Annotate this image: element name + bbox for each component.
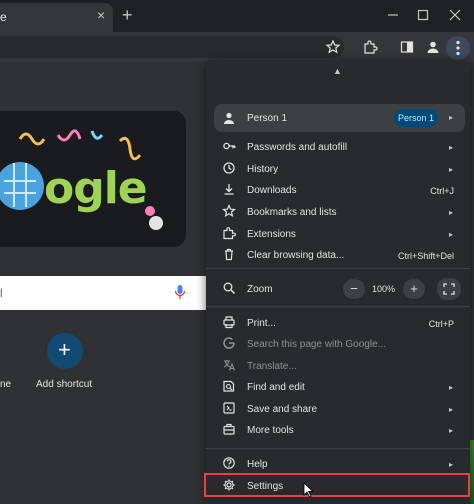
zoom-value: 100% [372, 284, 396, 294]
side-panel-icon[interactable] [399, 39, 415, 55]
cursor-icon [303, 482, 314, 498]
chevron-right-icon: ▸ [449, 113, 454, 122]
print-icon [223, 316, 235, 329]
shortcut-label-partial[interactable]: ne [0, 379, 11, 390]
minimize-icon[interactable] [385, 7, 401, 23]
menu-item-label: Save and share [247, 404, 318, 415]
menu-item-label: Bookmarks and lists [247, 207, 337, 218]
toolbox-icon [223, 423, 235, 435]
save-icon [223, 402, 235, 414]
plus-icon: + [58, 337, 71, 362]
new-tab-icon[interactable]: + [122, 6, 133, 24]
chevron-right-icon: ▸ [449, 230, 454, 239]
maximize-icon[interactable] [415, 7, 431, 23]
close-icon[interactable] [447, 7, 463, 23]
menu-item-label: Clear browsing data... [247, 250, 345, 261]
profile-name: Person 1 [247, 113, 288, 124]
translate-icon [223, 360, 236, 371]
chevron-right-icon: ▸ [449, 165, 454, 174]
microphone-icon[interactable] [174, 284, 186, 300]
fullscreen-icon [443, 283, 455, 295]
caret-up-icon: ▲ [333, 66, 342, 76]
search-box[interactable]: l [0, 276, 220, 310]
menu-item-label: Find and edit [247, 382, 305, 393]
star-icon [222, 204, 236, 218]
menu-divider [206, 448, 470, 449]
menu-item-translate [206, 354, 470, 375]
zoom-out-button[interactable]: − [343, 279, 365, 299]
search-placeholder: l [0, 286, 3, 300]
chevron-right-icon: ▸ [449, 405, 454, 414]
chevron-right-icon: ▸ [449, 143, 454, 152]
menu-item-history[interactable] [206, 157, 470, 178]
chevron-right-icon: ▸ [449, 426, 454, 435]
menu-item-label: Search this page with Google... [247, 339, 386, 350]
menu-item-shortcut: Ctrl+Shift+Del [397, 251, 454, 261]
settings-highlight-box [204, 473, 470, 497]
menu-item-find-and-edit[interactable] [206, 375, 470, 396]
history-icon [223, 162, 235, 174]
menu-divider [206, 306, 470, 307]
tab-close-icon[interactable]: × [97, 8, 105, 22]
trash-icon [225, 248, 233, 261]
add-shortcut-label[interactable]: Add shortcut [36, 379, 92, 390]
menu-item-help[interactable] [206, 452, 470, 473]
chevron-right-icon: ▸ [449, 383, 454, 392]
extensions-icon[interactable] [362, 39, 378, 55]
key-icon [223, 142, 236, 150]
menu-item-label: Extensions [247, 229, 296, 240]
google-icon [223, 337, 235, 349]
menu-item-label: Passwords and autofill [247, 142, 348, 153]
menu-item-label: More tools [247, 425, 294, 436]
address-bar[interactable] [0, 36, 344, 58]
fullscreen-button[interactable] [437, 278, 461, 300]
find-icon [223, 380, 235, 392]
help-icon [223, 457, 235, 469]
menu-item-label: Help [247, 459, 268, 470]
menu-item-shortcut: Ctrl+J [430, 186, 454, 196]
person-icon [224, 112, 234, 124]
menu-item-label: Translate... [247, 361, 297, 372]
tab-title: e [0, 10, 7, 24]
menu-item-shortcut: Ctrl+P [428, 319, 454, 329]
zoom-label: Zoom [247, 284, 273, 295]
profile-icon[interactable] [425, 39, 441, 55]
menu-item-label: Print... [247, 318, 276, 329]
menu-item-bookmarks-and-lists[interactable] [206, 200, 470, 221]
doodle-text: ogle [44, 163, 148, 214]
menu-divider [206, 268, 470, 269]
zoom-icon [223, 282, 236, 295]
google-doodle[interactable]: ogle [0, 111, 186, 247]
bookmark-star-icon[interactable] [325, 39, 341, 55]
profile-badge: Person 1 [394, 109, 438, 127]
menu-item-label: History [247, 164, 279, 175]
menu-item-label: Downloads [247, 185, 297, 196]
menu-item-more-tools[interactable] [206, 418, 470, 439]
puzzle-icon [223, 227, 236, 240]
menu-item-extensions[interactable] [206, 222, 470, 243]
menu-item-save-and-share[interactable] [206, 397, 470, 418]
chevron-right-icon: ▸ [449, 460, 454, 469]
chrome-menu-button[interactable] [446, 36, 470, 60]
more-vert-icon [456, 40, 460, 56]
download-icon [224, 184, 234, 195]
chevron-right-icon: ▸ [449, 208, 454, 217]
zoom-in-button[interactable]: + [403, 279, 425, 299]
